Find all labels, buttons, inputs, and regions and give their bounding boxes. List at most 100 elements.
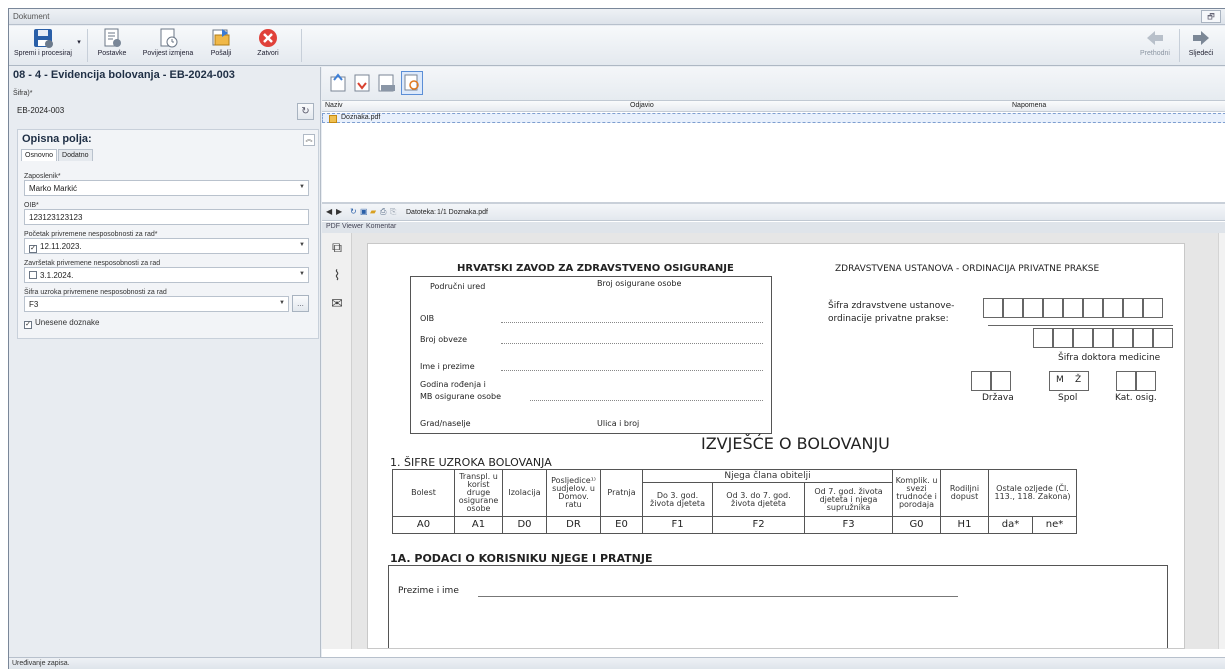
file-label: Datoteka:: [406, 209, 436, 216]
code-cell: F3: [804, 516, 893, 534]
attach-up-icon: [330, 73, 346, 92]
attachments-area: Naziv Odjavio Napomena Doznaka.pdf ◀ ▶ ↻…: [322, 67, 1225, 657]
close-label: Zatvori: [257, 50, 279, 57]
institution-code-cell: [1123, 298, 1143, 318]
refresh-icon[interactable]: ↻: [350, 207, 357, 216]
code-value: EB-2024-003: [17, 106, 65, 115]
add-attachment-button[interactable]: [328, 71, 350, 95]
title-bar: Dokument 🗗: [9, 9, 1225, 25]
code-field[interactable]: EB-2024-003: [13, 103, 295, 122]
attachments-header: Naziv Odjavio Napomena: [322, 101, 1225, 112]
cause-code-select[interactable]: F3 ▼: [24, 296, 289, 312]
col-posljedice: Posljedice¹⁾ sudjelov. u Domov. ratu: [546, 469, 601, 517]
separator: [301, 29, 302, 62]
download-attachment-button[interactable]: [352, 71, 374, 95]
close-button[interactable]: Zatvori: [251, 27, 285, 64]
close-icon: [259, 29, 277, 47]
send-button[interactable]: Pošalji: [203, 27, 239, 64]
category-cell-2: [1136, 371, 1156, 391]
comment-icon[interactable]: ✉: [329, 295, 345, 311]
code-cell: A1: [454, 516, 503, 534]
viewer-toolbar: ◀ ▶ ↻ ▣ ▰ ⎙ ⎘ Datoteka: 1/1 Doznaka.pdf: [322, 204, 1225, 221]
surname-line: [478, 596, 958, 597]
previous-button[interactable]: Prethodni: [1135, 27, 1175, 64]
next-button[interactable]: Sljedeći: [1181, 27, 1221, 64]
tab-basic[interactable]: Osnovno: [21, 149, 58, 161]
col-rodiljni: Rodiljni dopust: [940, 469, 989, 517]
cause-lookup-button[interactable]: ...: [292, 295, 309, 312]
tab-extra[interactable]: Dodatno: [58, 149, 93, 161]
chevron-down-icon: ▾: [77, 39, 81, 46]
code-cell: da*: [988, 516, 1033, 534]
document-title: 08 - 4 - Evidencija bolovanja - EB-2024-…: [13, 69, 235, 81]
caregiver-box: [388, 565, 1168, 648]
doctor-code-cell: [1133, 328, 1153, 348]
insured-info-box: [410, 276, 772, 434]
name-line: [501, 370, 763, 371]
column-name[interactable]: Naziv: [325, 102, 343, 109]
attachment-name: Doznaka.pdf: [341, 114, 381, 121]
scan-attachment-button[interactable]: [376, 71, 398, 95]
oib-value: 123123123123: [29, 213, 83, 222]
window-title: Dokument: [13, 12, 50, 21]
column-note[interactable]: Napomena: [1012, 102, 1046, 109]
doctor-code-cell: [1053, 328, 1073, 348]
pdf-viewer: ⧉ ⌇ ✉ HRVATSKI ZAVOD ZA ZDRAVSTVENO OSIG…: [322, 233, 1225, 649]
history-button[interactable]: Povijest izmjena: [137, 27, 199, 64]
tab-comment[interactable]: Komentar: [366, 223, 396, 230]
pages-icon[interactable]: ⧉: [329, 239, 345, 255]
export-icon[interactable]: ⎘: [390, 207, 396, 217]
col-od7: Od 7. god. života djeteta i njega supruž…: [804, 482, 893, 517]
start-date-checkbox[interactable]: ✓: [29, 245, 37, 253]
end-date-picker[interactable]: 3.1.2024. ▼: [24, 267, 309, 283]
institution-code-cell: [1143, 298, 1163, 318]
column-signed-off[interactable]: Odjavio: [630, 102, 654, 109]
table-row[interactable]: Doznaka.pdf: [322, 113, 1225, 123]
regional-office-label: Područni ured: [430, 282, 486, 291]
history-label: Povijest izmjena: [142, 50, 194, 57]
employee-select[interactable]: Marko Markić ▼: [24, 180, 309, 196]
institution-code-cell: [1063, 298, 1083, 318]
refresh-code-button[interactable]: ↻: [297, 103, 314, 120]
oib-label: OIB: [420, 314, 435, 323]
folder-icon[interactable]: ▰: [370, 207, 376, 216]
entered-certificates[interactable]: ✓ Unesene doznake: [24, 318, 100, 329]
end-date-value: 3.1.2024.: [40, 271, 74, 280]
employee-value: Marko Markić: [29, 184, 78, 193]
oib-field[interactable]: 123123123123: [24, 209, 309, 225]
file-value: 1/1 Doznaka.pdf: [437, 209, 488, 216]
panel-title: Opisna polja:: [22, 133, 92, 145]
report-title: IZVJEŠĆE O BOLOVANJU: [701, 434, 890, 453]
preview-attachment-button[interactable]: [401, 71, 423, 95]
tab-pdf-viewer[interactable]: PDF Viewer: [326, 223, 363, 230]
viewer-tabs: PDF Viewer Komentar: [322, 222, 1225, 233]
save-process-button[interactable]: Spremi i procesiraj: [13, 27, 73, 64]
collapse-button[interactable]: ︽: [303, 134, 315, 146]
institution-code-cell: [1103, 298, 1123, 318]
entered-checkbox[interactable]: ✓: [24, 321, 32, 329]
code-cell: F1: [642, 516, 713, 534]
start-date-value: 12.11.2023.: [40, 242, 82, 251]
form-panel: 08 - 4 - Evidencija bolovanja - EB-2024-…: [9, 67, 321, 657]
settings-button[interactable]: Postavke: [90, 27, 134, 64]
pdf-side-tools: ⧉ ⌇ ✉: [322, 233, 352, 649]
status-text: Uređivanje zapisa.: [12, 660, 70, 667]
print-icon[interactable]: ⎙: [380, 207, 386, 217]
cause-code-value: F3: [29, 300, 39, 309]
doctor-code-label: Šifra doktora medicine: [1058, 353, 1161, 363]
back-icon[interactable]: ◀: [326, 207, 332, 216]
obligation-label: Broj obveze: [420, 335, 468, 344]
tab-strip: Osnovno Dodatno: [21, 149, 94, 161]
paperclip-icon[interactable]: ⌇: [329, 267, 345, 283]
restore-button[interactable]: 🗗: [1201, 10, 1221, 23]
end-date-checkbox[interactable]: [29, 271, 37, 279]
start-date-picker[interactable]: ✓ 12.11.2023. ▼: [24, 238, 309, 254]
chevron-up-icon: ︽: [305, 136, 313, 143]
save-icon[interactable]: ▣: [360, 207, 368, 216]
chevron-down-icon: ▼: [299, 184, 305, 190]
pdf-vertical-scrollbar[interactable]: [1218, 233, 1225, 649]
employee-label: Zaposlenik*: [24, 173, 61, 180]
sex-z: Ž: [1075, 375, 1082, 385]
col-do3: Do 3. god. života djeteta: [642, 482, 713, 517]
forward-icon[interactable]: ▶: [336, 207, 342, 216]
